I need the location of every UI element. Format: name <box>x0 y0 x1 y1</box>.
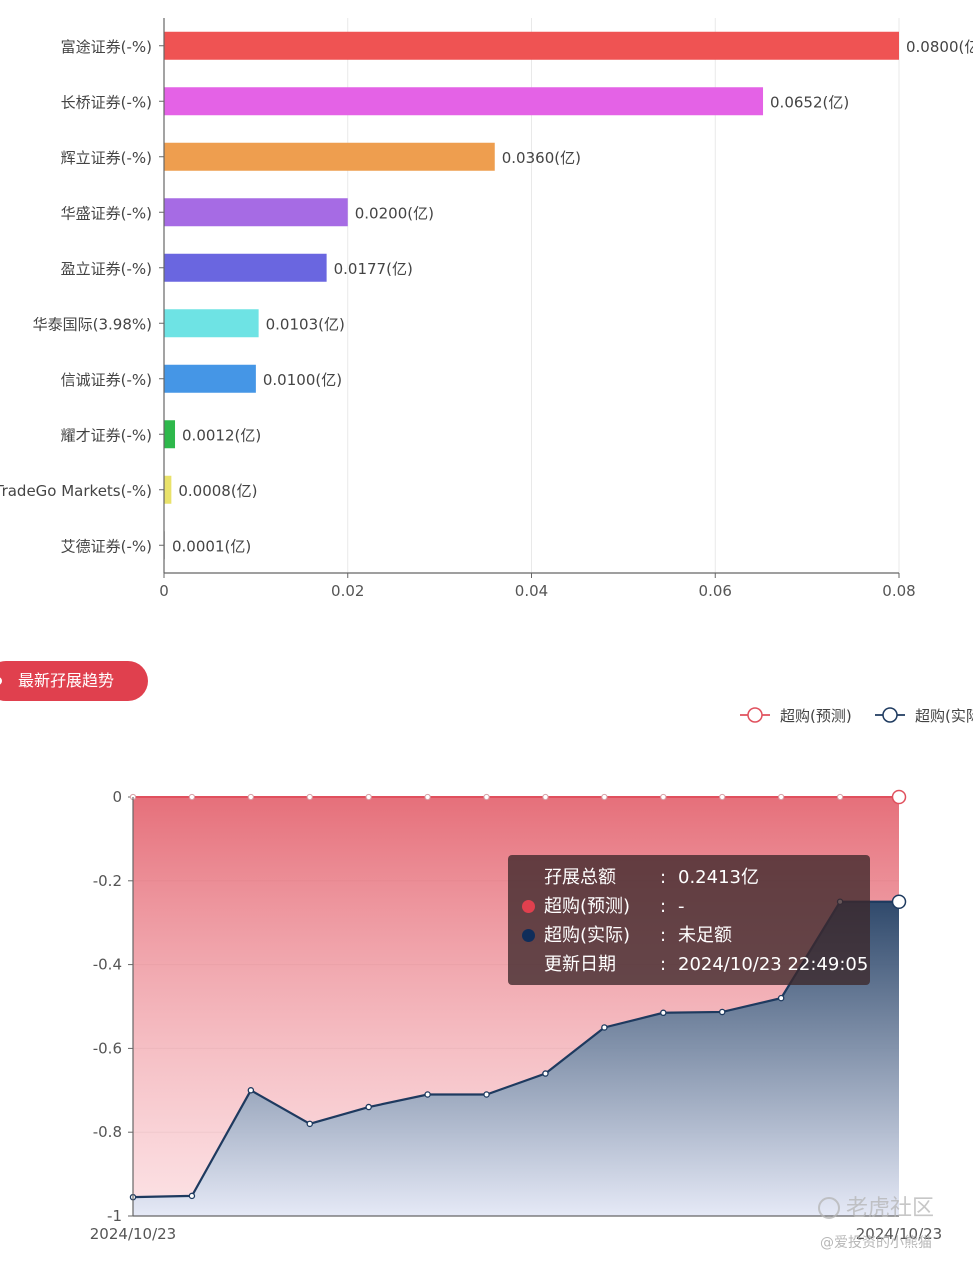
watermark-logo: 老虎社区 <box>818 1190 934 1222</box>
y-tick-label: -0.2 <box>93 872 122 890</box>
tooltip-colon: : <box>660 867 667 888</box>
watermark-username: @爱投资的小熊猫 <box>820 1235 932 1251</box>
actual-point <box>188 1192 196 1200</box>
y-tick-label: 0 <box>112 788 122 806</box>
y-tick-label: -0.6 <box>93 1039 122 1057</box>
category-label: 艾德证券(-%) <box>61 537 152 555</box>
bar <box>164 198 348 227</box>
chart-tooltip: 孖展总额 : 0.2413亿 超购(预测) : - 超购(实际) : 未足额 更… <box>508 855 870 985</box>
legend-marker <box>882 707 898 723</box>
forecast-point <box>542 793 549 801</box>
tooltip-value: 未足额 <box>678 925 732 946</box>
forecast-point <box>836 793 844 801</box>
bar-chart: 0 0.02 0.04 0.06 0.08 富途证券(-%) 0.0800(亿) 长桥证券(-… <box>0 18 973 600</box>
x-tick-label: 0 <box>159 582 169 600</box>
forecast-point <box>778 793 785 801</box>
bar-value-label: 0.0012(亿) <box>182 426 261 444</box>
tooltip-value: - <box>678 896 685 917</box>
category-label: 华盛证券(-%) <box>61 204 152 222</box>
actual-point <box>777 994 785 1002</box>
tooltip-row: 超购(预测) : - <box>516 892 862 921</box>
badge-dot <box>0 677 2 685</box>
bar <box>164 142 495 171</box>
bar <box>164 364 256 393</box>
bar <box>164 420 176 449</box>
category-label: TradeGo Markets(-%) <box>0 482 152 500</box>
tooltip-value: 0.2413亿 <box>678 867 759 888</box>
tooltip-row: 超购(实际) : 未足额 <box>516 921 862 950</box>
section-title: 最新孖展趋势 <box>18 671 115 690</box>
x-tick-label: 0.02 <box>331 582 364 600</box>
tooltip-colon: : <box>660 925 667 946</box>
actual-point <box>483 1091 490 1098</box>
bar-value-label: 0.0360(亿) <box>502 149 581 167</box>
actual-point <box>424 1091 431 1098</box>
legend-label: 超购(实际) <box>915 707 973 725</box>
x-tick-label: 0.06 <box>699 582 732 600</box>
bar-value-label: 0.0008(亿) <box>178 482 257 500</box>
tooltip-series-dot-red <box>522 900 535 913</box>
bar-value-label: 0.0103(亿) <box>266 315 345 333</box>
category-label: 盈立证券(-%) <box>61 260 152 278</box>
tooltip-colon: : <box>660 954 667 975</box>
actual-point <box>891 894 907 909</box>
bar-value-label: 0.0001(亿) <box>172 537 251 555</box>
forecast-point <box>719 793 726 801</box>
forecast-point <box>188 793 196 801</box>
forecast-point <box>483 793 490 801</box>
tooltip-series-dot-navy <box>522 929 535 942</box>
bar <box>164 31 899 60</box>
y-tick-label: -0.8 <box>93 1123 122 1141</box>
category-label: 辉立证券(-%) <box>61 149 152 167</box>
forecast-point <box>601 793 608 801</box>
forecast-point <box>891 789 907 805</box>
bar <box>164 253 327 282</box>
x-tick-label: 2024/10/23 <box>90 1225 176 1243</box>
actual-point <box>247 1087 255 1094</box>
section-title-badge: 最新孖展趋势 <box>0 661 148 701</box>
category-label: 信诚证券(-%) <box>61 371 152 389</box>
tooltip-label: 更新日期 <box>544 954 616 975</box>
forecast-point <box>660 793 667 801</box>
actual-point <box>718 1008 726 1016</box>
legend-label: 超购(预测) <box>780 707 852 725</box>
tooltip-value: 2024/10/23 22:49:05 <box>678 954 869 975</box>
actual-point <box>601 1024 608 1031</box>
tooltip-row: 孖展总额 : 0.2413亿 <box>516 863 862 892</box>
bar-value-label: 0.0200(亿) <box>355 204 434 222</box>
category-label: 耀才证券(-%) <box>61 426 152 444</box>
forecast-point <box>247 793 254 801</box>
y-tick-label: -0.4 <box>93 956 122 974</box>
tiger-logo-icon <box>818 1197 840 1219</box>
forecast-point <box>306 793 313 801</box>
bar-value-label: 0.0177(亿) <box>334 260 413 278</box>
x-tick-label: 0.08 <box>882 582 915 600</box>
bar-value-label: 0.0652(亿) <box>770 93 849 111</box>
tooltip-label: 超购(实际) <box>544 925 631 946</box>
x-tick-label: 0.04 <box>515 582 548 600</box>
tooltip-row: 更新日期 : 2024/10/23 22:49:05 <box>516 950 868 979</box>
bar-value-label: 0.0100(亿) <box>263 371 342 389</box>
tooltip-label: 超购(预测) <box>544 896 631 917</box>
category-label: 富途证券(-%) <box>61 38 152 56</box>
bar-value-label: 0.0800(亿) <box>906 38 973 56</box>
forecast-point <box>424 793 431 801</box>
bar <box>164 87 764 116</box>
y-tick-label: -1 <box>107 1207 122 1225</box>
actual-point <box>306 1120 314 1128</box>
tooltip-colon: : <box>660 896 667 917</box>
chart-canvas: 0 0.02 0.04 0.06 0.08 富途证券(-%) 0.0800(亿) 长桥证券(-… <box>0 18 973 1243</box>
forecast-point <box>365 793 372 801</box>
actual-point <box>365 1103 372 1111</box>
category-label: 华泰国际(3.98%) <box>33 315 152 333</box>
tooltip-label: 孖展总额 <box>544 867 616 888</box>
watermark-logo-text: 老虎社区 <box>846 1196 935 1221</box>
category-label: 长桥证券(-%) <box>61 93 152 111</box>
bar <box>164 475 172 504</box>
actual-point <box>660 1009 667 1017</box>
actual-point <box>542 1070 549 1077</box>
legend-marker <box>747 707 763 723</box>
bar <box>164 309 259 338</box>
